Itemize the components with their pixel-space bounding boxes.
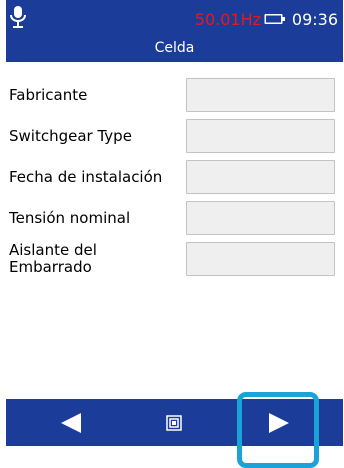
next-button-highlight (237, 392, 319, 468)
clock-time: 09:36 (291, 10, 338, 29)
microphone-icon (10, 6, 26, 28)
aislante-embarrado-field[interactable] (186, 242, 335, 276)
home-button[interactable] (156, 399, 192, 446)
field-label: Aislante del Embarrado (9, 241, 97, 276)
fecha-instalacion-field[interactable] (186, 160, 335, 194)
status-bar: 50.01Hz 09:36 (6, 0, 343, 38)
fabricante-field[interactable] (186, 78, 335, 112)
form-row-aislante-embarrado: Aislante del Embarrado (6, 242, 343, 283)
battery-icon (264, 14, 285, 24)
form: Fabricante Switchgear Type Fecha de inst… (6, 78, 343, 283)
back-button[interactable] (46, 399, 96, 446)
field-label: Fecha de instalación (9, 167, 163, 186)
screen: 50.01Hz 09:36 Celda Fabricante Switchgea… (6, 0, 343, 446)
form-row-switchgear-type: Switchgear Type (6, 119, 343, 160)
switchgear-type-field[interactable] (186, 119, 335, 153)
form-row-tension-nominal: Tensión nominal (6, 201, 343, 242)
tension-nominal-field[interactable] (186, 201, 335, 235)
header: 50.01Hz 09:36 Celda (6, 0, 343, 62)
back-arrow-icon (61, 412, 81, 433)
frequency-readout: 50.01Hz (194, 10, 261, 29)
form-row-fecha-instalacion: Fecha de instalación (6, 160, 343, 201)
field-label: Switchgear Type (9, 126, 132, 145)
device-screen: 50.01Hz 09:36 Celda Fabricante Switchgea… (0, 0, 344, 468)
page-title: Celda (154, 40, 195, 56)
field-label: Tensión nominal (9, 208, 131, 227)
form-row-fabricante: Fabricante (6, 78, 343, 119)
home-icon (166, 414, 182, 431)
field-label: Fabricante (9, 85, 88, 104)
